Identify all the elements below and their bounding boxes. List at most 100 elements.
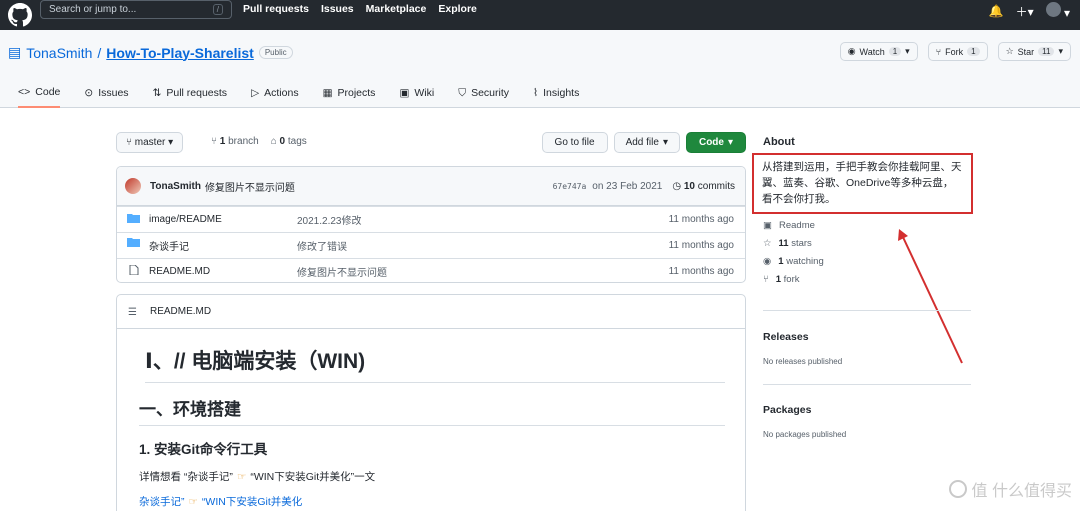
tab-label: Security	[471, 87, 509, 99]
folder-icon	[127, 238, 140, 247]
plus-icon[interactable]: ＋▾	[1016, 3, 1034, 20]
table-icon: ▦	[322, 87, 333, 99]
divider	[763, 310, 971, 311]
tab-label: Issues	[98, 87, 129, 99]
branches-link[interactable]: ⑂ 1 branch	[211, 136, 259, 147]
nav-marketplace[interactable]: Marketplace	[366, 3, 427, 15]
nav-explore[interactable]: Explore	[438, 3, 477, 15]
readme-header: ☰ README.MD	[117, 295, 745, 329]
fork-count: 1	[967, 47, 980, 56]
readme-link[interactable]: 杂谈手记”	[139, 496, 185, 508]
file-name[interactable]: image/README	[149, 214, 222, 225]
avatar[interactable]	[125, 178, 141, 194]
file-time: 11 months ago	[668, 266, 734, 277]
eye-icon: ◉	[763, 256, 772, 267]
watch-button[interactable]: ◉ Watch 1 ▾	[839, 42, 918, 61]
forks-count: 1	[775, 274, 781, 285]
file-commit-message[interactable]: 2021.2.23修改	[297, 212, 635, 227]
tab-label: Pull requests	[166, 87, 228, 99]
repo-icon: ▤	[8, 44, 22, 60]
github-logo-icon[interactable]	[8, 3, 32, 27]
nav-pull-requests[interactable]: Pull requests	[243, 3, 309, 15]
branch-count: 1	[219, 136, 226, 147]
chevron-down-icon: ▾	[662, 137, 668, 148]
tab-pull-requests[interactable]: ⇅ Pull requests	[153, 86, 228, 108]
tab-code[interactable]: <> Code	[18, 86, 61, 108]
go-to-file-label: Go to file	[554, 137, 595, 148]
tab-label: Actions	[264, 87, 299, 99]
annotation-arrow	[898, 229, 963, 364]
file-commit-message[interactable]: 修改了错误	[297, 238, 635, 253]
watermark-text: 值 什么值得买	[971, 483, 1072, 500]
stars-label: stars	[791, 238, 812, 249]
file-buttons: Go to file Add file ▾ Code ▾	[541, 132, 746, 153]
readme-text: “WIN下安装Git并美化”一文	[250, 471, 376, 483]
star-count: 11	[1038, 47, 1055, 56]
tag-count: 0	[279, 136, 286, 147]
graph-icon: ⌇	[533, 87, 539, 99]
star-button[interactable]: ☆ Star 11 ▾	[997, 42, 1071, 61]
watermark: 值 什么值得买	[948, 477, 1072, 501]
book-icon: ▣	[399, 87, 410, 99]
table-row[interactable]: 杂谈手记 修改了错误 11 months ago	[117, 232, 745, 258]
packages-text: No packages published	[763, 430, 847, 439]
commit-hash[interactable]: 67e747a	[553, 182, 587, 191]
commit-message[interactable]: 修复图片不显示问题	[205, 179, 295, 194]
branch-select[interactable]: ⑂ master ▾	[116, 132, 184, 153]
branch-meta: ⑂ 1 branch ⌂ 0 tags	[211, 136, 307, 147]
packages-title[interactable]: Packages	[763, 404, 811, 416]
code-button[interactable]: Code ▾	[685, 132, 746, 153]
pull-request-icon: ⇅	[152, 87, 162, 99]
commits-count: 10	[683, 180, 695, 192]
fork-button[interactable]: ⑂ Fork 1	[927, 42, 988, 61]
stars-link[interactable]: ☆ 11 stars	[763, 238, 824, 249]
visibility-badge: Public	[258, 46, 293, 59]
add-file-label: Add file	[625, 137, 659, 148]
readme-text: 详情想看 “杂谈手记”	[139, 471, 233, 483]
avatar[interactable]: ▾	[1045, 2, 1070, 20]
repo-name-link[interactable]: How-To-Play-Sharelist	[106, 45, 254, 61]
commit-author[interactable]: TonaSmith	[150, 181, 201, 192]
search-input[interactable]: Search or jump to... /	[40, 0, 232, 19]
file-commit-message[interactable]: 修复图片不显示问题	[297, 264, 635, 279]
tags-link[interactable]: ⌂ 0 tags	[271, 136, 307, 147]
list-icon[interactable]: ☰	[128, 307, 137, 318]
pointing-hand-icon: ☞	[236, 471, 247, 483]
branch-toolbar: ⑂ master ▾ ⑂ 1 branch ⌂ 0 tags Go to fil…	[116, 132, 746, 154]
tab-label: Code	[35, 86, 61, 98]
tab-label: Wiki	[414, 87, 435, 99]
tab-insights[interactable]: ⌇ Insights	[533, 86, 579, 108]
branch-name: master	[134, 137, 166, 148]
file-icon	[129, 265, 139, 275]
table-row[interactable]: image/README 2021.2.23修改 11 months ago	[117, 206, 745, 232]
readme-link[interactable]: “WIN下安装Git并美化	[202, 496, 302, 508]
bell-icon[interactable]: 🔔	[989, 4, 1004, 18]
folder-icon	[127, 214, 140, 223]
readme-panel: ☰ README.MD Ⅰ、// 电脑端安装（WIN) 一、环境搭建 1. 安装G…	[116, 294, 746, 511]
table-row[interactable]: README.MD 修复图片不显示问题 11 months ago	[117, 258, 745, 282]
watching-count: 1	[778, 256, 784, 267]
readme-link[interactable]: ▣ Readme	[763, 220, 824, 231]
nav-issues[interactable]: Issues	[321, 3, 354, 15]
tab-wiki[interactable]: ▣ Wiki	[399, 86, 434, 108]
go-to-file-button[interactable]: Go to file	[541, 132, 608, 153]
watching-label: watching	[786, 256, 824, 267]
global-nav: Pull requests Issues Marketplace Explore	[243, 3, 477, 15]
book-icon: ▣	[763, 220, 772, 231]
fork-link[interactable]: ⑂ 1 fork	[763, 274, 824, 285]
tab-actions[interactable]: ▷ Actions	[251, 86, 299, 108]
about-title: About	[763, 136, 795, 148]
eye-icon: ◉	[847, 46, 856, 56]
search-placeholder: Search or jump to...	[49, 4, 137, 15]
chevron-down-icon[interactable]: ▾	[1058, 46, 1063, 57]
tab-security[interactable]: ⛉ Security	[458, 86, 509, 108]
tab-issues[interactable]: ⊙ Issues	[84, 86, 128, 108]
file-name[interactable]: 杂谈手记	[149, 242, 189, 253]
tab-projects[interactable]: ▦ Projects	[323, 86, 376, 108]
repo-owner-link[interactable]: TonaSmith	[26, 45, 92, 61]
watching-link[interactable]: ◉ 1 watching	[763, 256, 824, 267]
commits-link[interactable]: ◷ 10 commits	[672, 181, 735, 192]
add-file-button[interactable]: Add file ▾	[613, 132, 680, 153]
file-name[interactable]: README.MD	[149, 266, 210, 277]
releases-title[interactable]: Releases	[763, 331, 809, 343]
